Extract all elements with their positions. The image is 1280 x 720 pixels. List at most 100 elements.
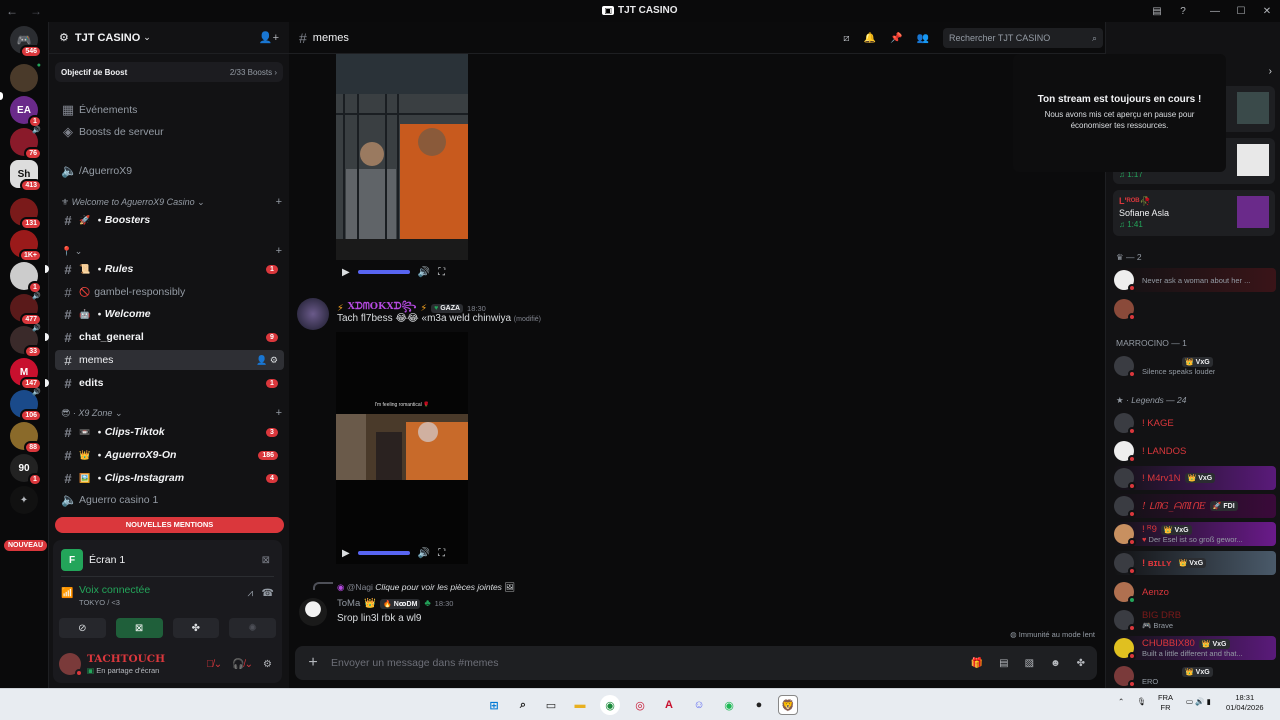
channel-welcome[interactable]: # 🤖 ・ Welcome	[55, 304, 284, 324]
server-icon[interactable]: 1	[10, 262, 42, 294]
stop-stream-icon[interactable]: ⊠	[262, 555, 270, 566]
file-explorer-icon[interactable]: ▬	[570, 695, 590, 715]
channel-memes[interactable]: # memes 👤 ⚙	[55, 350, 284, 370]
member-item[interactable]: ! M4rv1N 👑 VxG	[1114, 466, 1276, 490]
fullscreen-icon[interactable]: ⛶	[438, 548, 445, 559]
microphone-icon[interactable]: 🎙	[1137, 697, 1147, 707]
avatar[interactable]	[59, 653, 83, 677]
avatar[interactable]	[299, 598, 327, 626]
member-item[interactable]: BIG DRB 🎮 Brave	[1114, 608, 1276, 632]
add-channel-icon[interactable]: +	[276, 245, 282, 257]
channel-boosters[interactable]: # 🚀 ・ Boosters	[55, 210, 284, 230]
voice-channel-aguerrox9[interactable]: 🔈/AguerroX9	[55, 161, 284, 181]
language-indicator[interactable]: FRA FR	[1158, 693, 1173, 713]
play-icon[interactable]: ▶	[342, 267, 350, 278]
activities-button[interactable]: ✤	[172, 618, 220, 638]
events-item[interactable]: ▦ Événements	[55, 100, 284, 120]
screen-share-row[interactable]: F Écran 1 ⊠	[61, 548, 274, 572]
start-windows-icon[interactable]: ⊞	[484, 695, 504, 715]
camera-off-button[interactable]: ⊘	[59, 618, 106, 638]
help-icon[interactable]: ?	[1170, 0, 1196, 22]
channel-gambel-responsibly[interactable]: # 🚫 gambel-responsibly	[55, 282, 284, 302]
member-item[interactable]: ! ᒪᗰG_ᗩᗰIᑎE 🚀 FDI	[1114, 494, 1276, 518]
channel-edits[interactable]: # edits 1	[55, 373, 284, 393]
clock[interactable]: 18:31 01/04/2026	[1226, 693, 1264, 713]
channel-aguerrox9-on[interactable]: # 👑 ・ AguerroX9-On 186	[55, 445, 284, 465]
server-icon[interactable]: ✦	[10, 486, 38, 514]
forward-arrow-icon[interactable]: →	[24, 4, 48, 18]
channel-clips-instagram[interactable]: # 🖼️ ・ Clips-Instagram 4	[55, 468, 284, 488]
disconnect-icon[interactable]: ☎	[262, 588, 274, 599]
screen-share-button[interactable]: ⊠	[115, 618, 163, 638]
chevron-right-icon[interactable]: ›	[1269, 66, 1272, 77]
direct-messages-button[interactable]: 🎮 546	[10, 26, 42, 58]
fullscreen-icon[interactable]: ⛶	[438, 267, 445, 278]
voice-status[interactable]: Voix connectée	[79, 584, 274, 596]
channel-actions[interactable]: 👤 ⚙	[256, 355, 278, 366]
channel-chat-general[interactable]: # chat_general 9	[55, 327, 284, 347]
member-item[interactable]: Aenzo	[1114, 580, 1276, 604]
deafen-icon[interactable]: 🎧̸⌄	[232, 659, 253, 670]
close-button[interactable]: ✕	[1254, 0, 1280, 22]
chevron-up-icon[interactable]: ⌃	[1118, 697, 1124, 707]
member-item[interactable]: 👑 VxG Silence speaks louder	[1114, 354, 1276, 378]
search-icon[interactable]: ⌕	[513, 695, 533, 715]
video-attachment[interactable]	[336, 54, 468, 260]
play-icon[interactable]: ▶	[342, 548, 350, 559]
bell-icon[interactable]: 🔔	[864, 33, 876, 44]
server-icon[interactable]: 131	[10, 198, 42, 230]
gear-icon[interactable]: ⚙	[263, 659, 272, 670]
speaker-icon[interactable]: 🔊	[418, 267, 430, 278]
add-channel-icon[interactable]: +	[276, 196, 282, 208]
member-item[interactable]: ! ᴿ9 👑 VxG ♥ Der Esel ist so groß gewor...	[1114, 522, 1276, 546]
gift-icon[interactable]: 🎁	[971, 658, 983, 669]
server-boosts-item[interactable]: ◈ Boosts de serveur	[55, 122, 284, 142]
network-volume-icons[interactable]: ▭ 🔊 ▮	[1186, 697, 1211, 707]
soundboard-button[interactable]: ✺	[229, 618, 276, 638]
new-mentions-button[interactable]: NOUVELLES MENTIONS	[55, 517, 284, 533]
sticker-icon[interactable]: ▧	[1025, 658, 1034, 669]
speaker-icon[interactable]: 🔊	[418, 548, 430, 559]
server-icon[interactable]: EA 1	[10, 96, 42, 128]
mute-mic-icon[interactable]: 🎙̸⌄	[206, 659, 222, 670]
server-icon[interactable]: 🔊 33	[10, 325, 42, 358]
server-icon[interactable]: M 147	[10, 358, 42, 390]
category-x9-zone[interactable]: 😎 · X9 Zone ⌄ +	[61, 406, 284, 420]
app-icon[interactable]: ●	[749, 695, 769, 715]
member-item[interactable]: CHUBBIX80 👑 VxG Built a little different a…	[1114, 636, 1276, 660]
member-item[interactable]: ! LANDOS	[1114, 439, 1276, 463]
channel-rules[interactable]: # 📜 ・ Rules 1	[55, 259, 284, 279]
voice-channel-path[interactable]: TOKYO / <3	[79, 598, 274, 607]
maximize-button[interactable]: ☐	[1228, 0, 1254, 22]
channel-clips-tiktok[interactable]: # 📼 ・ Clips-Tiktok 3	[55, 422, 284, 442]
back-arrow-icon[interactable]: ←	[0, 4, 24, 18]
category-welcome[interactable]: ⚜ Welcome to AguerroX9 Casino ⌄ +	[61, 195, 284, 209]
reply-reference[interactable]: ◉ @Nagi Clique pour voir les pièces join…	[337, 582, 515, 593]
server-icon[interactable]: 🔊 76	[10, 127, 42, 160]
user-row[interactable]: TACHTOUCH ▣ En partage d'écran 🎙̸⌄ 🎧̸⌄ ⚙	[59, 650, 276, 678]
apps-icon[interactable]: ✤	[1077, 658, 1085, 669]
acrobat-icon[interactable]: A	[659, 695, 679, 715]
member-item[interactable]: ! KAGE	[1114, 411, 1276, 435]
emoji-icon[interactable]: ☻	[1050, 658, 1061, 669]
pin-icon[interactable]: 📌	[890, 33, 902, 44]
activity-card[interactable]: L'ᴿᴼᴮ🥀 Sofiane Asla ♫ 1:41	[1113, 190, 1275, 236]
threads-icon[interactable]: ⧄	[843, 33, 849, 44]
server-icon[interactable]: 88	[10, 422, 42, 454]
spotify-icon[interactable]: ◉	[719, 695, 739, 715]
guild-header[interactable]: ⚙ TJT CASINO ⌄ 👤+	[49, 22, 289, 54]
member-item[interactable]: 👑 VxG ERO	[1114, 664, 1276, 688]
message-author[interactable]: ToMa	[337, 598, 360, 609]
invite-people-icon[interactable]: 👤+	[259, 31, 279, 44]
member-item[interactable]: ! ʙɪʟʟʏ 👑 VxG	[1114, 551, 1276, 575]
brave-browser-icon[interactable]: 🦁	[778, 695, 798, 715]
server-icon[interactable]: 🔊 477	[10, 293, 42, 326]
gif-icon[interactable]: ▤	[999, 658, 1008, 669]
task-view-icon[interactable]: ▭	[541, 695, 561, 715]
server-icon[interactable]: 1K+	[10, 230, 42, 262]
member-list-icon[interactable]: 👥	[917, 33, 929, 44]
search-input[interactable]: Rechercher TJT CASINO ⌕	[943, 28, 1103, 48]
server-icon[interactable]: 🔊 106	[10, 389, 42, 422]
discord-icon[interactable]: ☺	[689, 695, 709, 715]
noise-suppression-icon[interactable]: ⩘	[248, 588, 254, 599]
